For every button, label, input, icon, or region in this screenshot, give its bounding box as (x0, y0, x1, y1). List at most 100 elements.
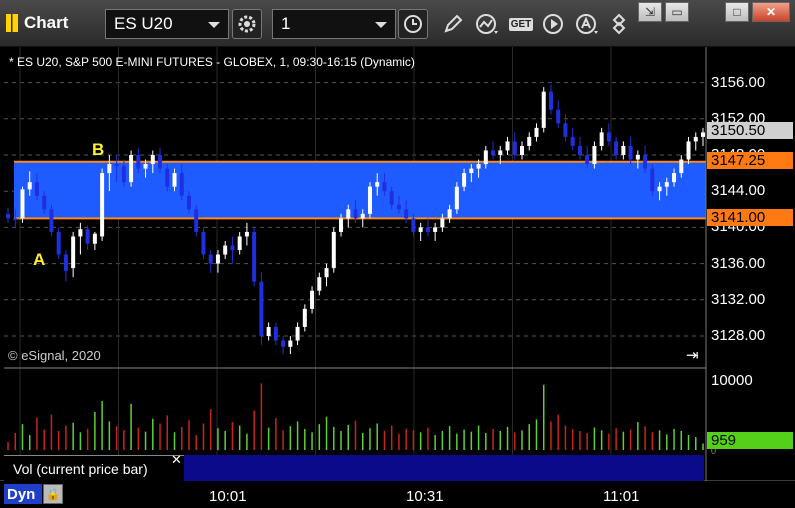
chevron-down-icon[interactable] (208, 22, 220, 28)
candle-body (621, 145, 626, 155)
marker-b: B (92, 140, 105, 159)
candle-body (491, 150, 496, 155)
candle-body (433, 227, 438, 232)
chevron-down-icon[interactable] (375, 22, 387, 28)
status-bar (0, 481, 795, 508)
candle-body (396, 204, 401, 210)
candle-body (650, 168, 655, 192)
candle-body (208, 254, 213, 264)
candle-body (165, 168, 170, 187)
candle-body (223, 245, 228, 255)
candle-body (469, 168, 474, 174)
dynamic-mode-button[interactable]: Dyn (4, 484, 42, 504)
candle-body (331, 231, 336, 269)
time-button[interactable] (398, 9, 428, 39)
candle-body (266, 326, 271, 336)
candle-body (78, 229, 83, 237)
app-title: Chart (6, 9, 68, 37)
app-title-label: Chart (24, 13, 69, 32)
candle-body (92, 233, 97, 244)
price-axis-label: 3136.00 (711, 254, 766, 272)
maximize-icon: □ (733, 5, 741, 19)
candle-body (447, 209, 452, 219)
time-label-1031: 10:31 (406, 488, 444, 505)
candle-body (42, 195, 47, 210)
settings-icon (238, 15, 256, 33)
candle-body (114, 164, 119, 166)
current-price-box: 3150.50 (707, 122, 793, 139)
candle-body (664, 182, 669, 187)
candle-body (462, 173, 467, 187)
volume-study-label[interactable]: Vol (current price bar) (4, 455, 184, 481)
candle-body (672, 173, 677, 183)
restore-button[interactable]: ⇲ (638, 2, 662, 22)
esignal-logo-icon (6, 14, 18, 32)
interval-value: 1 (281, 14, 291, 33)
candle-body (273, 326, 278, 341)
price-axis-label: 3156.00 (711, 73, 766, 91)
candle-body (201, 231, 206, 255)
link-button[interactable] (604, 9, 634, 39)
candle-body (599, 132, 604, 146)
candle-body (172, 173, 177, 187)
candle-body (121, 165, 126, 183)
alerts-button[interactable] (572, 9, 602, 39)
candle-body (592, 145, 597, 165)
symbol-select[interactable]: ES U20 (105, 9, 229, 39)
candle-body (643, 155, 648, 169)
candle-body (679, 159, 684, 174)
candle-body (107, 164, 112, 174)
price-chart[interactable] (0, 47, 795, 508)
candle-body (577, 145, 582, 155)
candle-body (179, 173, 184, 196)
replay-button[interactable] (538, 9, 568, 39)
annotation-icon (576, 14, 598, 34)
interval-select[interactable]: 1 (272, 9, 396, 39)
candle-body (143, 164, 148, 169)
candle-body (440, 218, 445, 228)
candle-body (534, 127, 539, 137)
candle-body (215, 254, 220, 264)
current-volume-box: 959 (707, 432, 793, 449)
marker-a: A (33, 250, 46, 269)
candle-body (375, 182, 380, 187)
candle-body (244, 231, 249, 237)
maximize-button[interactable]: □ (725, 2, 749, 22)
candle-body (158, 155, 163, 169)
settings-button[interactable] (232, 9, 262, 39)
candle-body (27, 182, 32, 190)
close-button[interactable]: ✕ (752, 2, 790, 22)
candle-body (339, 218, 344, 232)
candle-body (541, 91, 546, 128)
candle-body (563, 123, 568, 137)
candle-body (6, 213, 10, 219)
get-button[interactable]: GET (505, 9, 537, 39)
candle-body (382, 182, 387, 192)
chart-info-line: * ES U20, S&P 500 E-MINI FUTURES - GLOBE… (9, 55, 415, 69)
candle-body (186, 195, 191, 210)
pencil-icon (444, 14, 463, 33)
scroll-to-end-icon[interactable]: ⇥ (686, 346, 699, 364)
candle-body (346, 209, 351, 219)
price-axis-label: 3128.00 (711, 327, 766, 344)
candle-body (230, 245, 235, 251)
candle-body (425, 227, 430, 232)
candle-body (237, 236, 242, 251)
toolbar: Chart ES U20 1 GET ⇲ ▭ □ ✕ (0, 0, 795, 47)
candle-body (418, 227, 423, 232)
studies-button[interactable] (472, 9, 502, 39)
candle-body (288, 340, 293, 347)
lock-icon[interactable]: 🔒 (43, 484, 63, 504)
candle-body (585, 155, 590, 165)
candle-body (520, 145, 525, 155)
candle-body (614, 141, 619, 155)
candle-body (360, 213, 365, 219)
candle-body (404, 209, 409, 219)
minimize-button[interactable]: ▭ (665, 2, 689, 22)
close-study-icon[interactable]: ✕ (171, 452, 182, 468)
volume-label-strip (184, 455, 704, 481)
candle-body (49, 209, 54, 232)
symbol-value: ES U20 (114, 14, 173, 33)
candle-body (194, 209, 199, 232)
draw-button[interactable] (438, 9, 468, 39)
